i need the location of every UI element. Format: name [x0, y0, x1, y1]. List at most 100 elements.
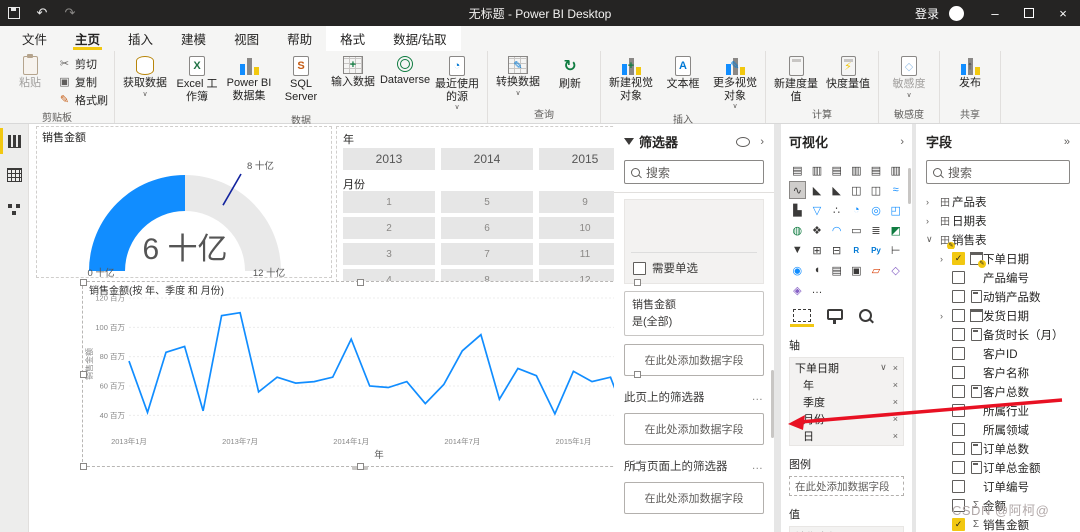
menu-tab-home[interactable]: 主页 — [61, 26, 114, 51]
field-checkbox[interactable] — [952, 442, 965, 455]
remove-field-icon[interactable]: × — [893, 380, 898, 390]
filter-card-expanded[interactable]: 需要单选 — [624, 199, 764, 284]
account-avatar[interactable] — [949, 5, 964, 21]
close-button[interactable]: × — [1046, 0, 1080, 26]
field-item-动销产品数[interactable]: 动销产品数 — [926, 287, 1070, 306]
resize-handle[interactable] — [357, 279, 364, 286]
field-item-日期表[interactable]: › 田日期表 — [926, 211, 1070, 230]
copy-button[interactable]: ▣ 复制 — [56, 73, 110, 90]
viz-type-waterfall-chart[interactable]: ▙ — [789, 201, 806, 219]
field-checkbox[interactable] — [952, 480, 965, 493]
slicer-month-button[interactable]: 6 — [441, 217, 533, 239]
remove-field-icon[interactable]: × — [893, 414, 898, 424]
line-chart-visual[interactable]: 销售金额(按 年、季度 和 月份) 40 百万 60 百万 80 百万 100 百万 12… — [80, 279, 641, 470]
viz-type-treemap[interactable]: ◰ — [887, 201, 904, 219]
menu-tab-data-drill[interactable]: 数据/钻取 — [379, 26, 461, 51]
axis-field-下单日期[interactable]: 下单日期 ∨ × — [790, 359, 903, 376]
sign-in-button[interactable]: 登录 — [905, 5, 949, 22]
slicer-month-button[interactable]: 7 — [441, 243, 533, 265]
chevron-down-icon[interactable]: ∨ — [880, 362, 887, 373]
viz-type-ribbon-chart[interactable]: ≈ — [887, 181, 904, 199]
field-item-客户名称[interactable]: 客户名称 — [926, 363, 1070, 382]
viz-type-smart-narrative[interactable]: ▤ — [828, 261, 845, 279]
field-checkbox[interactable] — [952, 347, 965, 360]
format-painter-button[interactable]: ✎ 格式刷 — [56, 91, 110, 108]
more-options-icon[interactable]: … — [752, 391, 765, 403]
remove-field-icon[interactable]: × — [893, 431, 898, 441]
slicer-month-button[interactable]: 1 — [343, 191, 435, 213]
new-measure-button[interactable]: 新建度量值 — [770, 53, 822, 103]
text-box-button[interactable]: A 文本框 — [657, 53, 709, 91]
axis-field-年[interactable]: 年 × — [790, 376, 903, 393]
paste-button[interactable]: 粘贴 — [4, 53, 56, 90]
field-checkbox[interactable]: ✓ — [952, 518, 965, 531]
viz-type-card[interactable]: ▭ — [848, 221, 865, 239]
field-checkbox[interactable] — [952, 423, 965, 436]
more-visuals-button[interactable]: ✎ 更多视觉对象 ∨ — [709, 53, 761, 110]
resize-handle[interactable] — [80, 371, 87, 378]
collapse-filters-icon[interactable]: › — [760, 136, 764, 148]
add-data-field-dropzone-page[interactable]: 在此处添加数据字段 — [624, 413, 764, 445]
remove-field-icon[interactable]: × — [893, 397, 898, 407]
field-item-发货日期[interactable]: › 发货日期 — [926, 306, 1070, 325]
viz-type-gauge[interactable]: ◠ — [828, 221, 845, 239]
report-canvas[interactable]: 销售金额 8 十亿 6 十亿 0 十亿 12 十亿 年 ∨ 2013201420… — [29, 124, 641, 532]
save-icon[interactable] — [0, 0, 28, 26]
menu-tab-help[interactable]: 帮助 — [273, 26, 326, 51]
fields-search-input[interactable]: 搜索 — [926, 160, 1070, 184]
field-checkbox[interactable] — [952, 385, 965, 398]
recent-sources-button[interactable]: ◔ 最近使用的源 ∨ — [431, 53, 483, 111]
field-checkbox[interactable]: ✓ — [952, 252, 965, 265]
field-item-订单总金额[interactable]: 订单总金额 — [926, 458, 1070, 477]
axis-field-季度[interactable]: 季度 × — [790, 393, 903, 410]
field-item-订单编号[interactable]: 订单编号 — [926, 477, 1070, 496]
viz-type-donut-chart[interactable]: ◎ — [868, 201, 885, 219]
filters-scrollbar[interactable] — [771, 370, 774, 438]
field-item-下单日期[interactable]: › ✓ ✎ 下单日期 — [926, 249, 1070, 268]
slicer-month-button[interactable]: 3 — [343, 243, 435, 265]
viz-type-stacked-bar-chart[interactable]: ▤ — [789, 161, 806, 179]
viz-type-100-stacked-column-chart[interactable]: ▥ — [887, 161, 904, 179]
expand-chevron-icon[interactable]: › — [940, 254, 952, 264]
tab-analytics[interactable] — [859, 309, 872, 327]
sql-server-button[interactable]: S SQL Server — [275, 53, 327, 103]
menu-tab-view[interactable]: 视图 — [220, 26, 273, 51]
viz-type-more-visuals[interactable]: … — [809, 281, 826, 299]
field-checkbox[interactable] — [952, 309, 965, 322]
slicer-year-button[interactable]: 2014 — [441, 148, 533, 170]
value-field-pill[interactable]: 销售金额 ∨ × — [790, 528, 903, 532]
expand-chevron-icon[interactable]: ∨ — [926, 234, 938, 245]
menu-tab-modeling[interactable]: 建模 — [167, 26, 220, 51]
field-checkbox[interactable] — [952, 271, 965, 284]
cut-button[interactable]: ✂ 剪切 — [56, 55, 110, 72]
minimize-button[interactable]: – — [978, 0, 1012, 26]
viz-type-r-script[interactable]: R — [848, 241, 865, 259]
publish-button[interactable]: ↑ 发布 — [944, 53, 996, 90]
field-item-客户ID[interactable]: 客户ID — [926, 344, 1070, 363]
axis-field-日[interactable]: 日 × — [790, 427, 903, 444]
field-checkbox[interactable] — [952, 461, 965, 474]
resize-handle[interactable] — [634, 279, 641, 286]
resize-handle[interactable] — [357, 463, 364, 470]
field-item-产品编号[interactable]: 产品编号 — [926, 268, 1070, 287]
legend-dropzone[interactable]: 在此处添加数据字段 — [789, 476, 904, 496]
field-item-所属领域[interactable]: 所属领域 — [926, 420, 1070, 439]
viz-type-goals[interactable]: ◈ — [789, 281, 806, 299]
viz-type-kpi[interactable]: ◩ — [887, 221, 904, 239]
field-item-产品表[interactable]: › 田产品表 — [926, 192, 1070, 211]
field-item-备货时长（月）[interactable]: 备货时长（月） — [926, 325, 1070, 344]
viz-type-area-chart[interactable]: ◣ — [809, 181, 826, 199]
field-checkbox[interactable] — [952, 404, 965, 417]
expand-chevron-icon[interactable]: › — [940, 311, 952, 321]
add-data-field-dropzone-visual[interactable]: 在此处添加数据字段 — [624, 344, 764, 376]
field-item-销售表[interactable]: ∨ 田 ✎ 销售表 — [926, 230, 1070, 249]
menu-tab-format[interactable]: 格式 — [326, 26, 380, 51]
new-visual-button[interactable]: + 新建视觉对象 — [605, 53, 657, 102]
menu-tab-insert[interactable]: 插入 — [114, 26, 167, 51]
rail-report-view[interactable] — [0, 124, 28, 158]
viz-type-line-clustered-column-chart[interactable]: ◫ — [868, 181, 885, 199]
field-item-订单总数[interactable]: 订单总数 — [926, 439, 1070, 458]
collapse-visualizations-icon[interactable]: › — [900, 136, 904, 148]
viz-type-funnel-chart[interactable]: ▽ — [809, 201, 826, 219]
sensitivity-button[interactable]: ◇ 敏感度 ∨ — [883, 53, 935, 99]
